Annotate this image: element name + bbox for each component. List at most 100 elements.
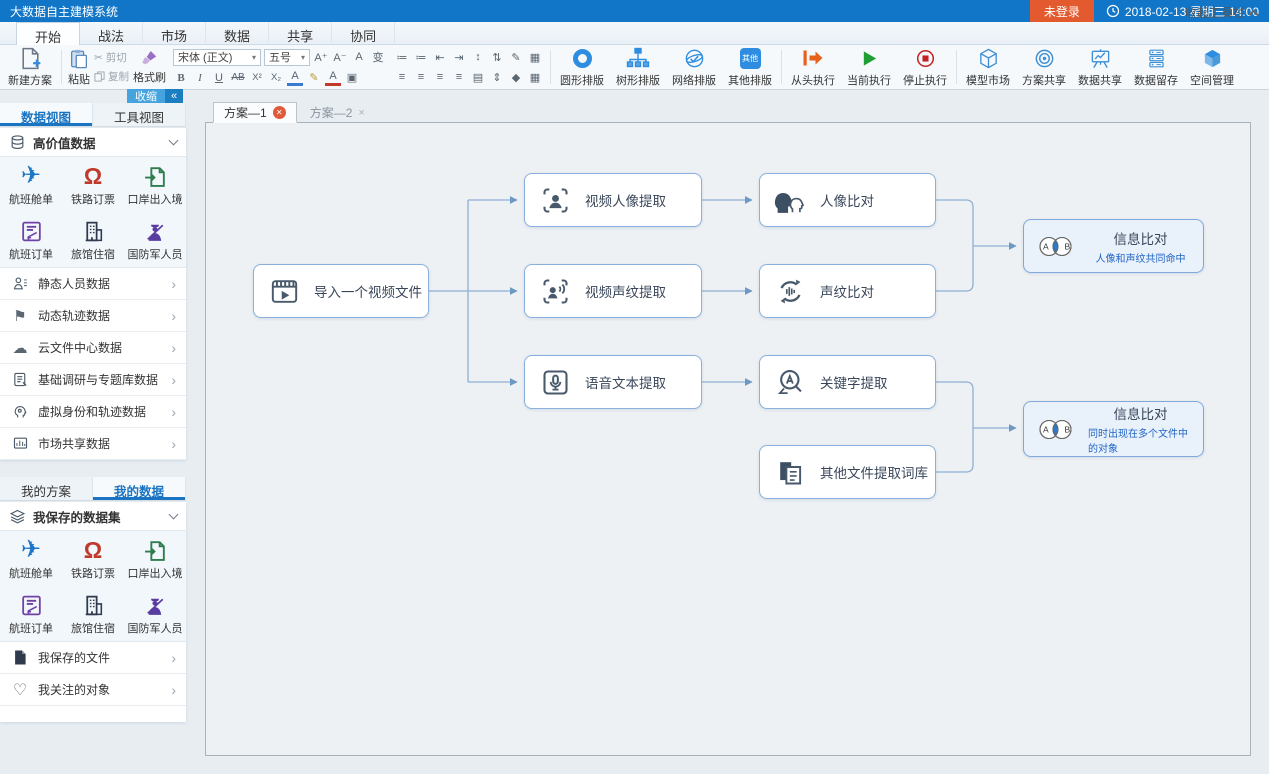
font-color-button[interactable]: A	[287, 70, 303, 86]
run-from-start-button[interactable]: 从头执行	[785, 46, 841, 88]
sidebar-item-dynamic-track-data[interactable]: ⚑ 动态轨迹数据 ›	[0, 300, 186, 332]
ribbon-tab-tactics[interactable]: 战法	[80, 22, 143, 45]
tab-my-plans[interactable]: 我的方案	[0, 477, 93, 500]
data-share-button[interactable]: 数据共享	[1072, 46, 1128, 88]
node-video-voiceprint-extract[interactable]: 视频声纹提取	[524, 264, 702, 318]
data-item-flight-manifest[interactable]: ✈ 航班舱单	[0, 531, 62, 586]
canvas-tab-plan-2[interactable]: 方案—2 ×	[300, 102, 375, 123]
sidebar-item-survey-library-data[interactable]: 基础调研与专题库数据 ›	[0, 364, 186, 396]
data-item-border-entry[interactable]: 口岸出入境	[124, 531, 186, 586]
ribbon-tab-collab[interactable]: 协同	[332, 22, 395, 45]
paste-button[interactable]: 粘贴	[68, 48, 90, 87]
bold-button[interactable]: B	[173, 70, 189, 86]
data-item-flight-order[interactable]: 航班订单	[0, 212, 62, 267]
plan-canvas[interactable]: 导入一个视频文件 视频人像提取 视频声纹提取 语音文本提取 人像比对 声纹比对	[205, 122, 1251, 756]
text-direction-button[interactable]: ↕	[470, 49, 486, 65]
sort-button[interactable]: ⇅	[489, 49, 505, 65]
high-value-data-section[interactable]: 高价值数据	[0, 128, 186, 157]
data-item-border-entry[interactable]: 口岸出入境	[124, 157, 186, 212]
ribbon-tab-data[interactable]: 数据	[206, 22, 269, 45]
align-left-button[interactable]: ≡	[394, 69, 410, 85]
data-item-flight-order[interactable]: 航班订单	[0, 586, 62, 641]
font-family-select[interactable]: 宋体 (正文) ▾	[173, 49, 261, 66]
strikethrough-button[interactable]: AB	[230, 70, 246, 86]
canvas-tab-plan-1[interactable]: 方案—1 ✕	[213, 102, 297, 123]
bullet-list-button[interactable]: ≔	[394, 49, 410, 65]
node-video-face-extract[interactable]: 视频人像提取	[524, 173, 702, 227]
node-face-compare[interactable]: 人像比对	[759, 173, 936, 227]
stop-button[interactable]: 停止执行	[897, 46, 953, 88]
close-icon[interactable]: ×	[358, 107, 364, 119]
node-keyword-extract[interactable]: 关键字提取	[759, 355, 936, 409]
highlight-button[interactable]: ✎	[306, 70, 322, 86]
align-center-button[interactable]: ≡	[413, 69, 429, 85]
sidebar-item-virtual-identity-data[interactable]: 虚拟身份和轨迹数据 ›	[0, 396, 186, 428]
justify-button[interactable]: ≡	[451, 69, 467, 85]
node-other-files-lexicon[interactable]: 其他文件提取词库	[759, 445, 936, 499]
sidebar-item-my-saved-files[interactable]: 我保存的文件 ›	[0, 642, 186, 674]
plan-share-button[interactable]: 方案共享	[1016, 46, 1072, 88]
grow-font-button[interactable]: A⁺	[313, 49, 329, 65]
tab-my-data[interactable]: 我的数据	[93, 477, 186, 500]
superscript-button[interactable]: X²	[249, 70, 265, 86]
sidebar-item-market-shared-data[interactable]: 市场共享数据 ›	[0, 428, 186, 460]
ribbon-tab-market[interactable]: 市场	[143, 22, 206, 45]
char-convert-button[interactable]: 变	[370, 49, 386, 65]
shrink-font-button[interactable]: A⁻	[332, 49, 348, 65]
model-market-button[interactable]: 模型市场	[960, 46, 1016, 88]
node-import-video-file[interactable]: 导入一个视频文件	[253, 264, 429, 318]
data-item-hotel-stay[interactable]: 旅馆住宿	[62, 586, 124, 641]
text-effect-button[interactable]: A	[325, 70, 341, 86]
node-info-compare-2[interactable]: A B 信息比对 同时出现在多个文件中的对象	[1023, 401, 1204, 457]
data-item-flight-manifest[interactable]: ✈ 航班舱单	[0, 157, 62, 212]
ribbon-tab-start[interactable]: 开始	[16, 22, 80, 45]
data-item-rail-ticket[interactable]: Ω 铁路订票	[62, 157, 124, 212]
borders-button[interactable]: ▦	[527, 69, 543, 85]
distribute-button[interactable]: ▤	[470, 69, 486, 85]
data-item-military-personnel[interactable]: 国防军人员	[124, 586, 186, 641]
node-speech-text-extract[interactable]: 语音文本提取	[524, 355, 702, 409]
ribbon-tab-share[interactable]: 共享	[269, 22, 332, 45]
italic-button[interactable]: I	[192, 70, 208, 86]
collapse-toolbar-button[interactable]: 收起工具栏	[1185, 4, 1257, 21]
cut-button[interactable]: ✂ 剪切	[94, 50, 129, 65]
saved-datasets-section[interactable]: 我保存的数据集	[0, 502, 186, 531]
subscript-button[interactable]: X₂	[268, 70, 284, 86]
circle-layout-button[interactable]: 圆形排版	[554, 46, 610, 88]
network-layout-button[interactable]: 网络排版	[666, 46, 722, 88]
new-plan-button[interactable]: 新建方案	[2, 46, 58, 88]
copy-button[interactable]: 复制	[94, 69, 129, 84]
table-button[interactable]: ▦	[527, 49, 543, 65]
sidebar-item-my-followed-objects[interactable]: ♡ 我关注的对象 ›	[0, 674, 186, 706]
sidebar-item-static-person-data[interactable]: 静态人员数据 ›	[0, 268, 186, 300]
line-spacing-button[interactable]: ⇕	[489, 69, 505, 85]
close-icon[interactable]: ✕	[273, 106, 286, 119]
shading-button[interactable]: ◆	[508, 69, 524, 85]
char-shading-button[interactable]: ▣	[344, 70, 360, 86]
data-item-rail-ticket[interactable]: Ω 铁路订票	[62, 531, 124, 586]
login-status-badge[interactable]: 未登录	[1030, 0, 1094, 22]
decrease-indent-button[interactable]: ⇤	[432, 49, 448, 65]
sidebar-item-cloud-file-data[interactable]: ☁ 云文件中心数据 ›	[0, 332, 186, 364]
data-item-hotel-stay[interactable]: 旅馆住宿	[62, 212, 124, 267]
format-painter-button[interactable]: 格式刷	[133, 49, 166, 85]
data-item-military-personnel[interactable]: 国防军人员	[124, 212, 186, 267]
change-case-button[interactable]: A	[351, 49, 367, 65]
font-size-select[interactable]: 五号 ▾	[264, 49, 310, 66]
collapse-toolbar-label: 收起工具栏	[1185, 4, 1245, 21]
show-marks-button[interactable]: ✎	[508, 49, 524, 65]
run-current-button[interactable]: 当前执行	[841, 46, 897, 88]
align-right-button[interactable]: ≡	[432, 69, 448, 85]
numbered-list-button[interactable]: ≔	[413, 49, 429, 65]
sidebar-collapse-button[interactable]: 收缩 «	[127, 89, 183, 103]
node-info-compare-1[interactable]: A B 信息比对 人像和声纹共同命中	[1023, 219, 1204, 273]
underline-button[interactable]: U	[211, 70, 227, 86]
node-voiceprint-compare[interactable]: 声纹比对	[759, 264, 936, 318]
tab-data-view[interactable]: 数据视图	[0, 103, 93, 126]
space-manage-button[interactable]: 空间管理	[1184, 46, 1240, 88]
tree-layout-button[interactable]: 树形排版	[610, 46, 666, 88]
tab-tool-view[interactable]: 工具视图	[93, 103, 186, 126]
increase-indent-button[interactable]: ⇥	[451, 49, 467, 65]
data-retention-button[interactable]: 数据留存	[1128, 46, 1184, 88]
other-layout-button[interactable]: 其他 其他排版	[722, 46, 778, 88]
